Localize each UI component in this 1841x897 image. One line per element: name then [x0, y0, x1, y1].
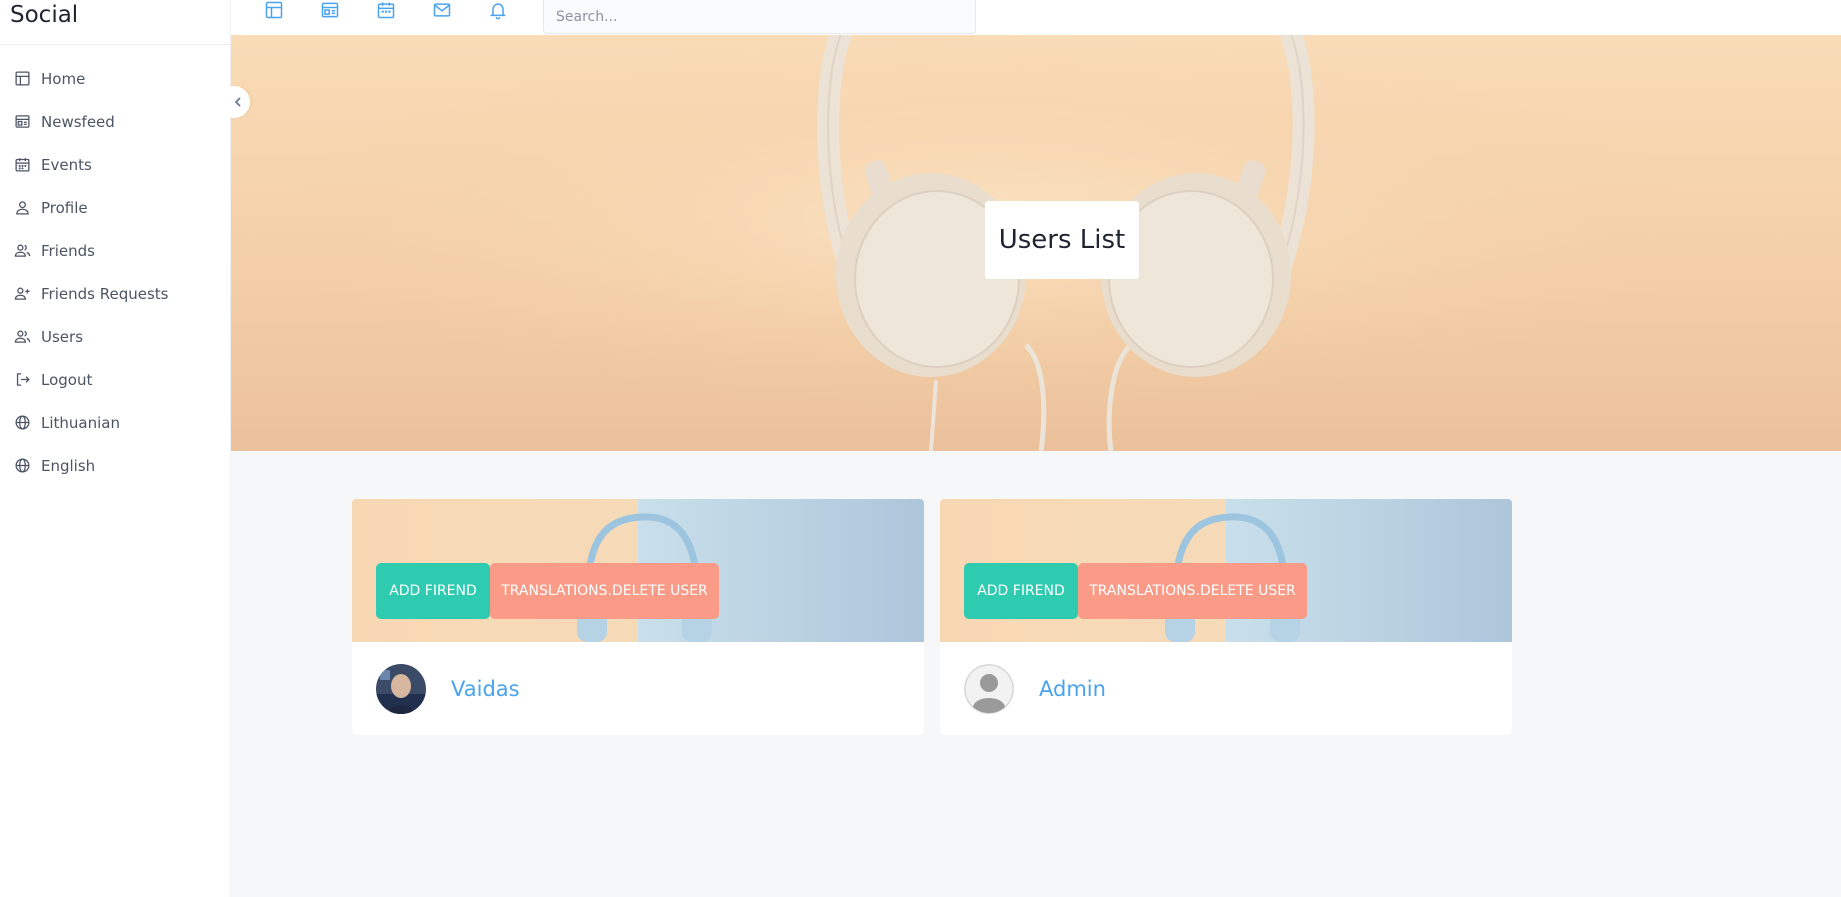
- sidebar-item-lithuanian[interactable]: Lithuanian: [0, 401, 230, 444]
- sidebar-item-label: Users: [41, 327, 84, 346]
- sidebar-item-label: Newsfeed: [41, 112, 115, 131]
- page-title: Users List: [985, 201, 1139, 279]
- sidebar-item-profile[interactable]: Profile: [0, 186, 230, 229]
- sidebar-item-home[interactable]: Home: [0, 57, 230, 100]
- sidebar-item-friends[interactable]: Friends: [0, 229, 230, 272]
- sidebar-item-logout[interactable]: Logout: [0, 358, 230, 401]
- sidebar-item-label: English: [41, 456, 96, 475]
- search-input[interactable]: [543, 0, 976, 34]
- chevron-left-icon: [234, 97, 241, 107]
- bell-icon[interactable]: [488, 0, 508, 20]
- users-icon: [14, 330, 31, 343]
- avatar[interactable]: [964, 663, 1014, 714]
- delete-user-button[interactable]: TRANSLATIONS.DELETE USER: [490, 563, 719, 619]
- newsfeed-icon: [15, 115, 30, 128]
- calendar-icon: [15, 158, 30, 172]
- users-icon: [14, 244, 31, 257]
- mail-icon[interactable]: [432, 0, 452, 20]
- sidebar-item-newsfeed[interactable]: Newsfeed: [0, 100, 230, 143]
- user-plus-icon: [14, 287, 30, 300]
- user-name-link[interactable]: Admin: [1039, 677, 1106, 701]
- sidebar-nav: Home Newsfeed Events Profile Friends Fri…: [0, 45, 230, 487]
- sidebar-item-friends-requests[interactable]: Friends Requests: [0, 272, 230, 315]
- card-cover-image: ADD FIREND TRANSLATIONS.DELETE USER: [352, 499, 924, 642]
- card-body: Admin: [940, 642, 1512, 735]
- calendar-icon[interactable]: [376, 0, 396, 20]
- user-card: ADD FIREND TRANSLATIONS.DELETE USER Admi…: [940, 499, 1512, 735]
- home-icon[interactable]: [264, 0, 284, 20]
- avatar[interactable]: [376, 663, 426, 714]
- globe-icon: [15, 458, 30, 473]
- add-friend-button[interactable]: ADD FIREND: [376, 563, 490, 619]
- user-card: ADD FIREND TRANSLATIONS.DELETE USER Vaid…: [352, 499, 924, 735]
- sidebar-item-label: Profile: [41, 198, 88, 217]
- sidebar-item-label: Home: [41, 69, 86, 88]
- add-friend-button[interactable]: ADD FIREND: [964, 563, 1078, 619]
- hero-banner: Users List: [231, 35, 1841, 451]
- sidebar-item-label: Events: [41, 155, 92, 174]
- home-icon: [15, 71, 30, 86]
- sidebar-item-label: Friends: [41, 241, 95, 260]
- newsfeed-icon[interactable]: [320, 0, 340, 20]
- sidebar-item-english[interactable]: English: [0, 444, 230, 487]
- top-bar: [231, 0, 1841, 35]
- brand-logo[interactable]: Social: [0, 0, 230, 45]
- sidebar-item-label: Lithuanian: [41, 413, 120, 432]
- globe-icon: [15, 415, 30, 430]
- user-name-link[interactable]: Vaidas: [451, 677, 520, 701]
- sidebar-item-label: Friends Requests: [41, 284, 169, 303]
- logout-icon: [16, 373, 30, 386]
- user-icon: [16, 201, 29, 215]
- sidebar-item-events[interactable]: Events: [0, 143, 230, 186]
- card-cover-image: ADD FIREND TRANSLATIONS.DELETE USER: [940, 499, 1512, 642]
- sidebar-item-label: Logout: [41, 370, 93, 389]
- sidebar: Social Home Newsfeed Events Profile Frie…: [0, 0, 231, 897]
- card-body: Vaidas: [352, 642, 924, 735]
- sidebar-item-users[interactable]: Users: [0, 315, 230, 358]
- delete-user-button[interactable]: TRANSLATIONS.DELETE USER: [1078, 563, 1307, 619]
